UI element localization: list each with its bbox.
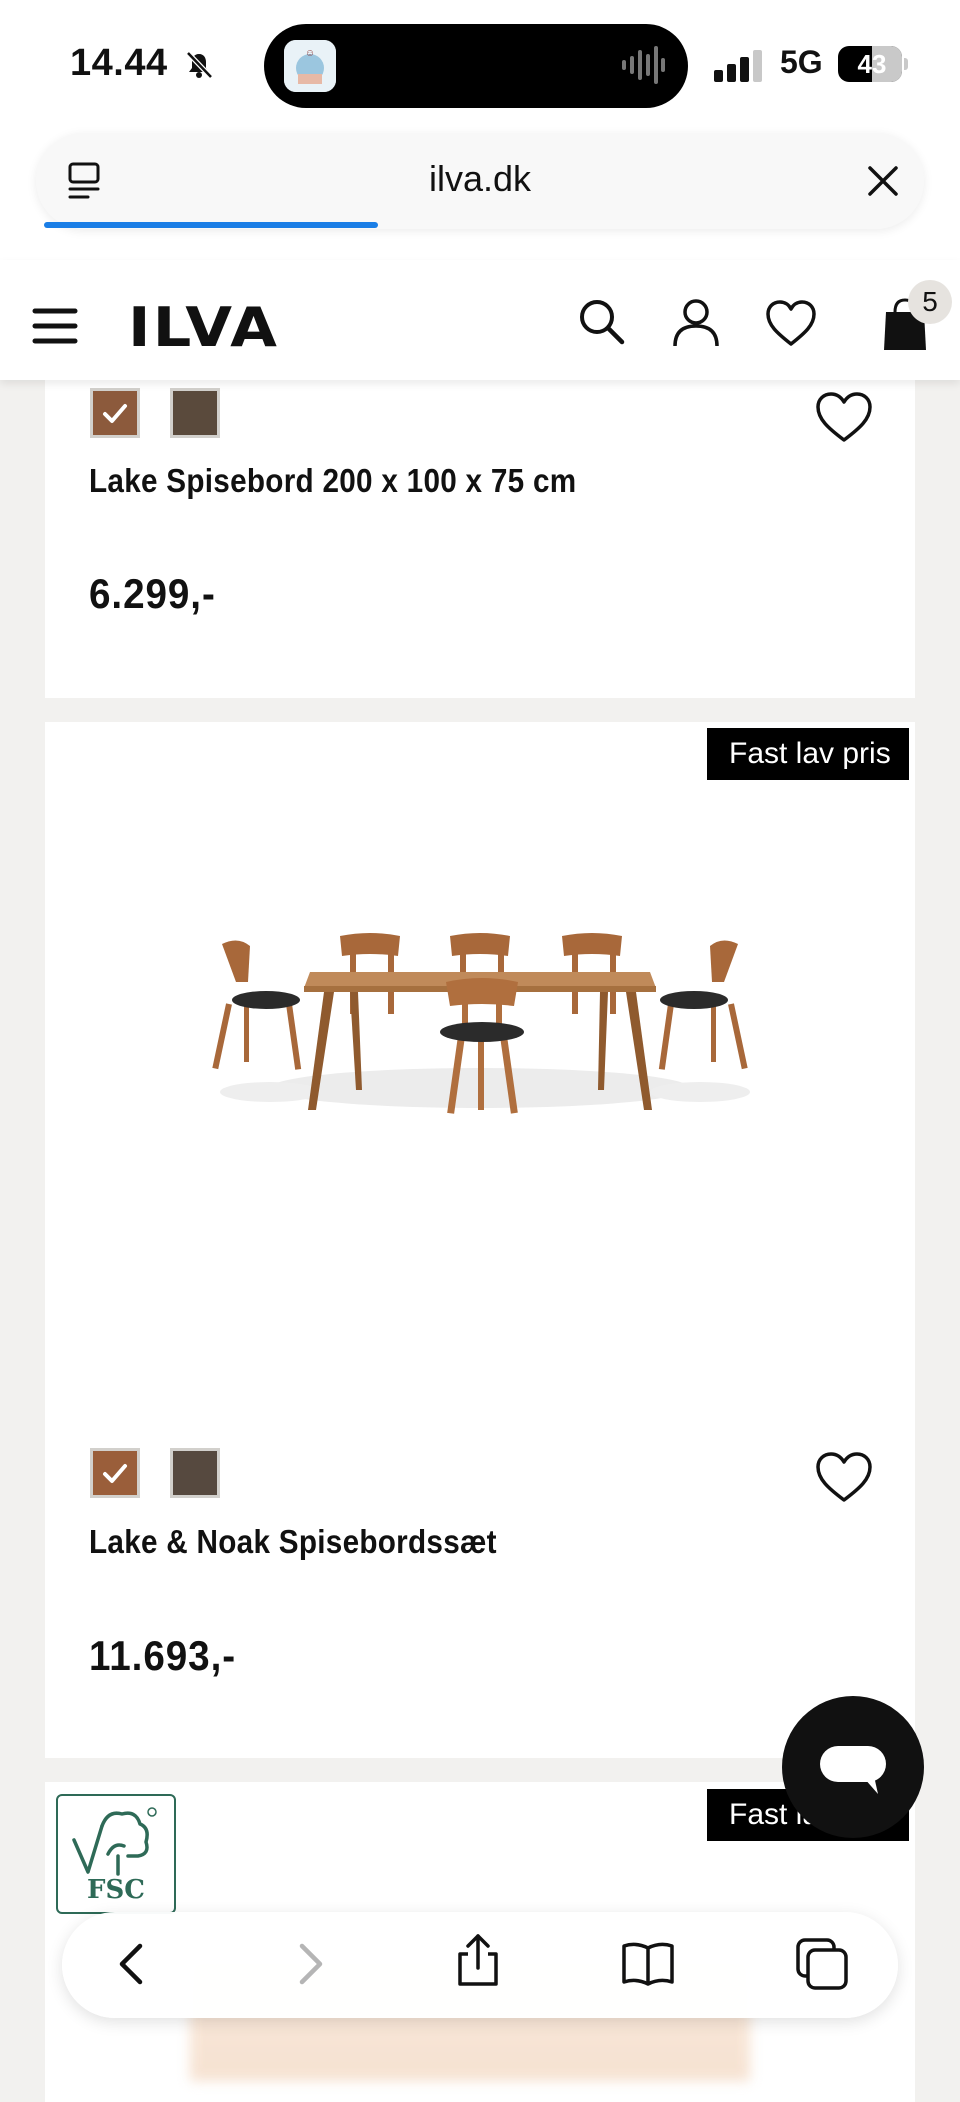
hamburger-menu-icon[interactable] [32,306,78,346]
back-icon[interactable] [104,1936,160,1992]
site-logo[interactable]: ILVA [128,296,279,359]
wishlist-heart-icon[interactable] [764,298,818,348]
product-image[interactable] [200,920,760,1150]
checkmark-icon [103,1464,127,1483]
fsc-logo: FSC [56,1794,176,1914]
audio-waveform-icon [622,46,665,84]
forward-icon[interactable] [282,1936,338,1992]
color-swatch-selected[interactable] [90,1448,140,1498]
cellular-signal-icon [714,50,762,82]
color-swatch-selected[interactable] [90,388,140,438]
search-icon[interactable] [576,296,628,348]
fsc-label: FSC [87,1875,145,1905]
url-text[interactable]: ilva.dk [0,158,960,200]
price-badge: Fast lav pris [707,728,909,780]
close-icon[interactable] [864,162,902,200]
product-card[interactable] [45,722,915,1758]
account-icon[interactable] [670,296,722,348]
network-type: 5G [780,44,823,80]
product-price: 6.299,- [89,570,216,617]
tabs-icon[interactable] [794,1936,850,1992]
chat-button[interactable] [782,1696,924,1838]
bookmarks-icon[interactable] [620,1936,676,1992]
page-load-progress [44,222,378,228]
color-swatch[interactable] [170,388,220,438]
silent-bell-icon [186,51,213,79]
battery-level: 43 [857,49,887,79]
svg-text:☺: ☺ [305,48,315,59]
cart-count-badge: 5 [908,280,952,324]
color-swatch[interactable] [170,1448,220,1498]
wishlist-heart-icon[interactable] [814,1450,874,1504]
wishlist-heart-icon[interactable] [814,390,874,444]
product-price: 11.693,- [89,1632,237,1679]
checkmark-icon [103,404,127,423]
share-icon[interactable] [450,1932,506,1988]
chat-bubble-icon [820,1746,886,1794]
status-time: 14.44 [70,42,168,84]
product-title[interactable]: Lake & Noak Spisebordssæt [89,1523,497,1561]
product-title[interactable]: Lake Spisebord 200 x 100 x 75 cm [89,462,576,500]
app-icon: ☺ [284,40,336,92]
